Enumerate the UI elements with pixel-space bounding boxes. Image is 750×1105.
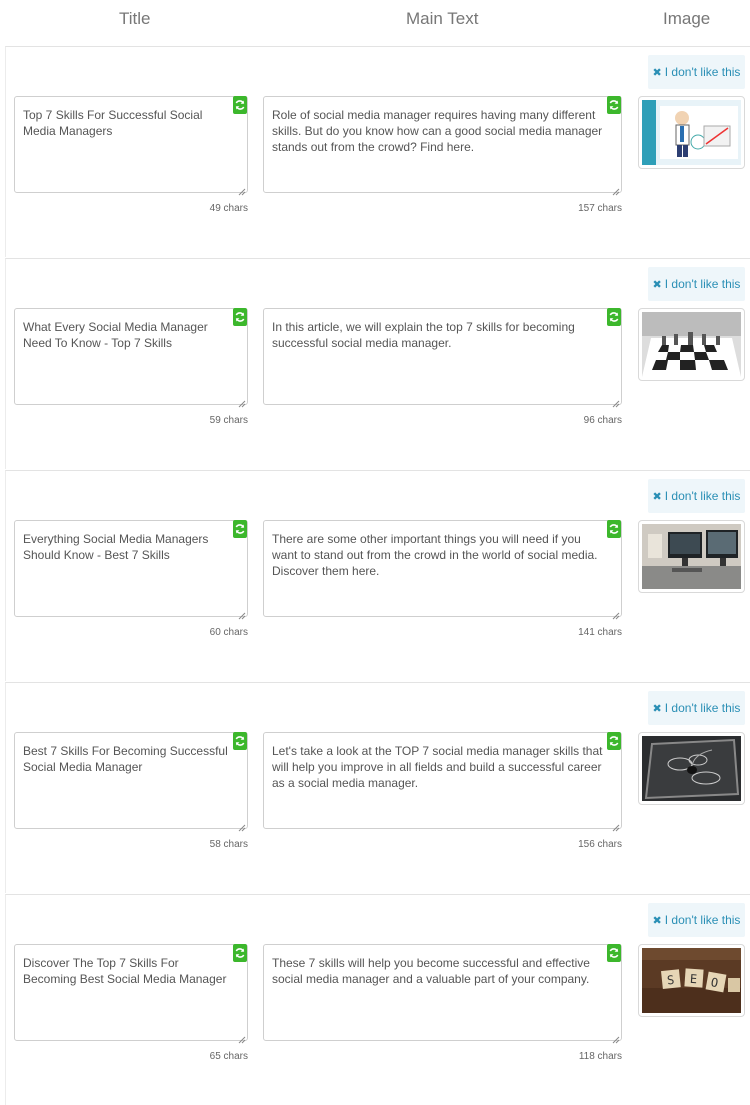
title-char-count: 59 chars (209, 415, 248, 426)
ad-variant-row: ✖ I don't like this Discover The Top 7 Sk… (5, 894, 750, 1105)
ad-image-thumbnail[interactable]: SEO (638, 944, 745, 1017)
main-text-char-count: 141 chars (578, 627, 622, 638)
close-icon: ✖ (652, 67, 662, 79)
main-text: Let's take a look at the TOP 7 social me… (272, 744, 603, 790)
office-desk-photo (642, 524, 741, 589)
dislike-label: I don't like this (664, 65, 741, 79)
ad-variant-row: ✖ I don't like this What Every Social Med… (5, 258, 750, 469)
dislike-button[interactable]: ✖ I don't like this (648, 267, 745, 301)
ad-image-thumbnail[interactable] (638, 96, 745, 169)
main-text: In this article, we will explain the top… (272, 320, 575, 350)
ad-image-thumbnail[interactable] (638, 732, 745, 805)
refresh-main-text-button[interactable] (607, 732, 621, 750)
dislike-label: I don't like this (664, 489, 741, 503)
refresh-title-button[interactable] (233, 520, 247, 538)
refresh-main-text-button[interactable] (607, 520, 621, 538)
main-text-char-count: 156 chars (578, 839, 622, 850)
title-char-count: 60 chars (209, 627, 248, 638)
resize-handle-icon[interactable] (238, 183, 246, 196)
refresh-title-button[interactable] (233, 944, 247, 962)
cartoon-manager-illustration (642, 100, 741, 165)
title-char-count: 58 chars (209, 839, 248, 850)
resize-handle-icon[interactable] (238, 607, 246, 620)
svg-text:S: S (666, 973, 675, 988)
image-column-header: Image (663, 9, 711, 28)
title-textarea[interactable]: Best 7 Skills For Becoming Successful So… (14, 732, 248, 832)
dislike-label: I don't like this (664, 277, 741, 291)
dislike-label: I don't like this (664, 913, 741, 927)
main-text-textarea[interactable]: These 7 skills will help you become succ… (263, 944, 622, 1044)
resize-handle-icon[interactable] (238, 395, 246, 408)
title-text: Discover The Top 7 Skills For Becoming B… (23, 956, 227, 986)
title-column-header: Title (119, 9, 151, 28)
resize-handle-icon[interactable] (612, 819, 620, 832)
chess-board-photo (642, 312, 741, 377)
main-text-char-count: 118 chars (578, 1051, 622, 1062)
resize-handle-icon[interactable] (612, 183, 620, 196)
title-textarea[interactable]: Everything Social Media Managers Should … (14, 520, 248, 620)
dislike-button[interactable]: ✖ I don't like this (648, 479, 745, 513)
ad-image-thumbnail[interactable] (638, 308, 745, 381)
main-text-textarea[interactable]: Role of social media manager requires ha… (263, 96, 622, 196)
seo-tiles-photo: SEO (642, 948, 741, 1013)
main-text-column-header: Main Text (406, 9, 479, 28)
refresh-main-text-button[interactable] (607, 944, 621, 962)
chalkboard-mouse-photo (642, 736, 741, 801)
title-textarea[interactable]: Discover The Top 7 Skills For Becoming B… (14, 944, 248, 1044)
title-text: Everything Social Media Managers Should … (23, 532, 209, 562)
main-text: Role of social media manager requires ha… (272, 108, 603, 154)
title-text: What Every Social Media Manager Need To … (23, 320, 208, 350)
close-icon: ✖ (652, 915, 662, 927)
svg-text:E: E (689, 972, 697, 986)
resize-handle-icon[interactable] (238, 819, 246, 832)
close-icon: ✖ (652, 703, 662, 715)
close-icon: ✖ (652, 491, 662, 503)
ad-variant-row: ✖ I don't like this Top 7 Skills For Succ… (5, 46, 750, 257)
ad-variant-row: ✖ I don't like this Best 7 Skills For Bec… (5, 682, 750, 893)
main-text-textarea[interactable]: Let's take a look at the TOP 7 social me… (263, 732, 622, 832)
resize-handle-icon[interactable] (238, 1031, 246, 1044)
main-text-textarea[interactable]: In this article, we will explain the top… (263, 308, 622, 408)
title-textarea[interactable]: What Every Social Media Manager Need To … (14, 308, 248, 408)
ad-variant-row: ✖ I don't like this Everything Social Med… (5, 470, 750, 681)
refresh-title-button[interactable] (233, 96, 247, 114)
refresh-main-text-button[interactable] (607, 308, 621, 326)
close-icon: ✖ (652, 279, 662, 291)
title-char-count: 49 chars (209, 203, 248, 214)
main-text-char-count: 157 chars (578, 203, 622, 214)
dislike-label: I don't like this (664, 701, 741, 715)
resize-handle-icon[interactable] (612, 1031, 620, 1044)
title-textarea[interactable]: Top 7 Skills For Successful Social Media… (14, 96, 248, 196)
title-text: Best 7 Skills For Becoming Successful So… (23, 744, 228, 774)
main-text: These 7 skills will help you become succ… (272, 956, 590, 986)
dislike-button[interactable]: ✖ I don't like this (648, 55, 745, 89)
resize-handle-icon[interactable] (612, 607, 620, 620)
main-text-textarea[interactable]: There are some other important things yo… (263, 520, 622, 620)
table-header: Title Main Text Image (0, 0, 750, 40)
refresh-title-button[interactable] (233, 732, 247, 750)
refresh-title-button[interactable] (233, 308, 247, 326)
dislike-button[interactable]: ✖ I don't like this (648, 903, 745, 937)
dislike-button[interactable]: ✖ I don't like this (648, 691, 745, 725)
main-text: There are some other important things yo… (272, 532, 598, 578)
refresh-main-text-button[interactable] (607, 96, 621, 114)
main-text-char-count: 96 chars (583, 415, 622, 426)
title-char-count: 65 chars (209, 1051, 248, 1062)
ad-image-thumbnail[interactable] (638, 520, 745, 593)
resize-handle-icon[interactable] (612, 395, 620, 408)
title-text: Top 7 Skills For Successful Social Media… (23, 108, 203, 138)
